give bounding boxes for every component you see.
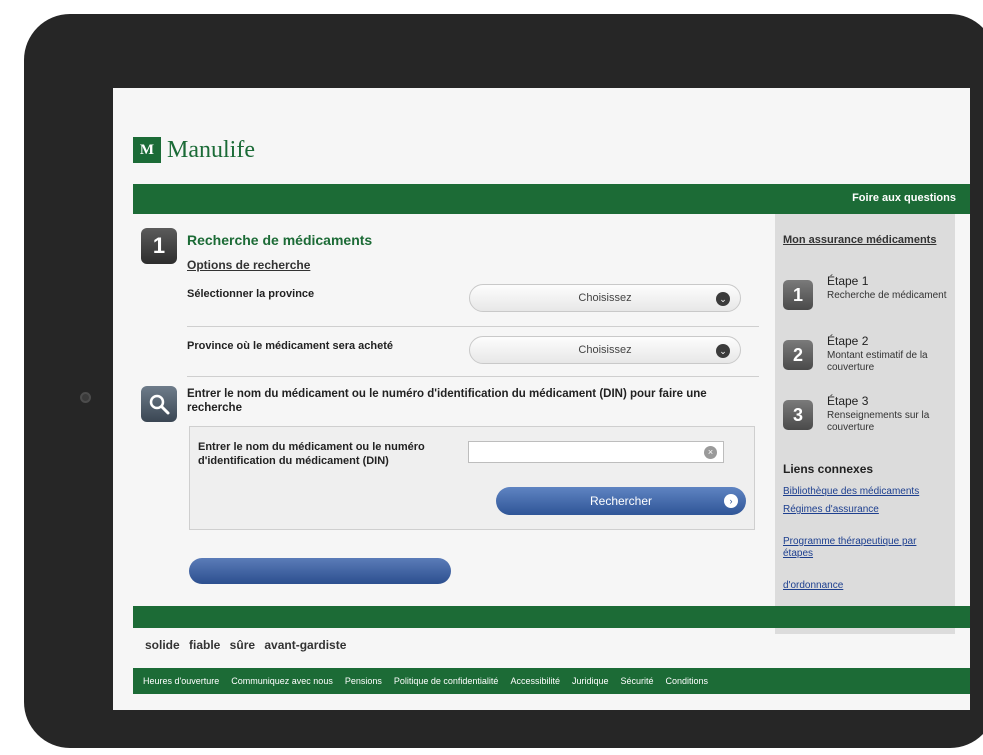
step-text: Recherche de médicament [827,290,947,301]
footer-link[interactable]: Accessibilité [510,676,560,686]
search-button-label: Rechercher [589,494,653,508]
related-link[interactable]: Régimes d'assurance [783,504,949,516]
related-link[interactable]: Programme thérapeutique par étapes [783,536,949,560]
search-title-line2: recherche [187,402,242,414]
step-search-badge [141,386,177,422]
step-number: 3 [783,400,813,430]
footer-link[interactable]: Communiquez avec nous [231,676,333,686]
step-text: Montant estimatif de la couverture [827,350,928,373]
divider [187,376,759,377]
chevron-right-icon: › [724,494,738,508]
sidebar-title[interactable]: Mon assurance médicaments [783,234,936,246]
purchase-province-value: Choisissez [578,344,632,356]
tagline: solide fiable sûre avant-gardiste [145,638,347,652]
logo-wordmark: Manulife [167,136,255,163]
footer-link[interactable]: Juridique [572,676,609,686]
section-title: Recherche de médicaments [187,232,373,248]
search-panel: Entrer le nom du médicament ou le numéro… [189,426,755,530]
magnifier-icon [149,394,170,415]
tablet-frame: M Manulife Foire aux questions 1 Recherc… [24,14,983,748]
camera-icon [80,392,91,403]
search-options-link[interactable]: Options de recherche [187,258,310,272]
step-text: Renseignements sur la couverture [827,410,930,433]
sidebar-step-2[interactable]: 2 Étape 2 Montant estimatif de la couver… [783,334,953,384]
footer-link[interactable]: Conditions [666,676,709,686]
step-heading: Étape 1 [827,274,869,288]
search-title-line1: Entrer le nom du médicament ou le numéro… [187,388,707,400]
sidebar-step-1[interactable]: 1 Étape 1 Recherche de médicament [783,274,953,324]
footer-link[interactable]: Politique de confidentialité [394,676,499,686]
step-heading: Étape 3 [827,394,869,408]
footer-band [133,606,970,628]
province-label: Sélectionner la province [187,288,315,300]
drug-name-label-line1: Entrer le nom du médicament ou le numéro [198,441,425,453]
browser-screen: M Manulife Foire aux questions 1 Recherc… [113,88,970,710]
step-heading: Étape 2 [827,334,869,348]
step-number: 2 [783,340,813,370]
action-button[interactable] [189,558,451,584]
search-button[interactable]: Rechercher › [496,487,746,515]
chevron-down-icon: ⌄ [716,292,730,306]
faq-link[interactable]: Foire aux questions [852,192,956,204]
step-number: 1 [783,280,813,310]
related-link[interactable]: d'ordonnance [783,580,949,592]
sidebar: Mon assurance médicaments 1 Étape 1 Rech… [775,214,955,634]
purchase-province-select[interactable]: Choisissez ⌄ [469,336,741,364]
purchase-province-label: Province où le médicament sera acheté [187,340,394,352]
footer-nav: Heures d'ouverture Communiquez avec nous… [133,668,970,694]
province-select-value: Choisissez [578,292,632,304]
drug-search-input[interactable]: × [468,441,724,463]
clear-icon[interactable]: × [704,446,717,459]
sidebar-step-3[interactable]: 3 Étape 3 Renseignements sur la couvertu… [783,394,953,444]
step-1-badge: 1 [141,228,177,264]
drug-name-label-line2: d'identification du médicament (DIN) [198,455,389,467]
footer-link[interactable]: Sécurité [621,676,654,686]
footer-link[interactable]: Pensions [345,676,382,686]
chevron-down-icon: ⌄ [716,344,730,358]
related-link[interactable]: Bibliothèque des médicaments [783,486,949,498]
footer-link[interactable]: Heures d'ouverture [143,676,219,686]
brand-logo[interactable]: M Manulife [133,136,255,164]
divider [187,326,759,327]
province-select[interactable]: Choisissez ⌄ [469,284,741,312]
logo-mark-icon: M [133,137,161,163]
related-links-title: Liens connexes [783,462,874,476]
top-nav-bar: Foire aux questions [133,184,970,214]
